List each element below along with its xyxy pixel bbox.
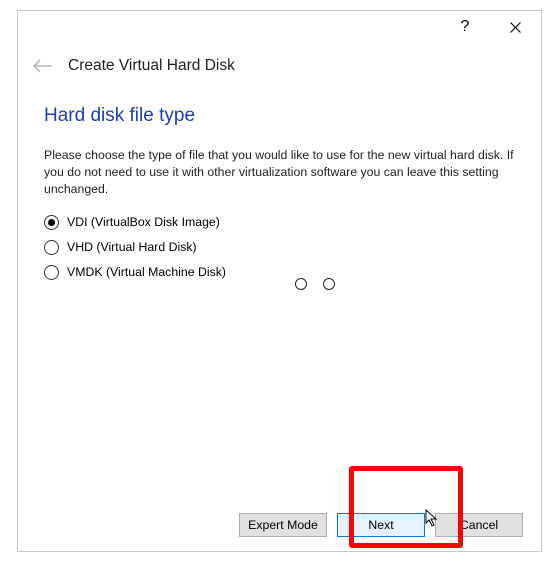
radio-label: VDI (VirtualBox Disk Image): [67, 215, 220, 229]
wizard-dialog: ? Create Virtual Hard Disk Hard disk fil…: [17, 10, 542, 552]
back-arrow-icon: [33, 59, 53, 73]
radio-vmdk[interactable]: VMDK (Virtual Machine Disk): [44, 265, 515, 280]
back-button[interactable]: [32, 55, 54, 77]
file-type-radio-group: VDI (VirtualBox Disk Image) VHD (Virtual…: [44, 215, 515, 280]
radio-vdi[interactable]: VDI (VirtualBox Disk Image): [44, 215, 515, 230]
next-button[interactable]: Next: [337, 513, 425, 537]
wizard-content: Hard disk file type Please choose the ty…: [18, 81, 541, 280]
radio-vhd[interactable]: VHD (Virtual Hard Disk): [44, 240, 515, 255]
close-button[interactable]: [499, 13, 531, 41]
section-title: Hard disk file type: [44, 105, 515, 127]
help-button[interactable]: ?: [449, 13, 481, 41]
radio-icon: [44, 265, 59, 280]
expert-mode-button[interactable]: Expert Mode: [239, 513, 327, 537]
titlebar: ?: [18, 11, 541, 43]
wizard-title: Create Virtual Hard Disk: [68, 57, 235, 75]
wizard-header: Create Virtual Hard Disk: [18, 43, 541, 81]
radio-icon: [44, 240, 59, 255]
radio-label: VMDK (Virtual Machine Disk): [67, 265, 226, 279]
cancel-button[interactable]: Cancel: [435, 513, 523, 537]
unknown-small-circles: [295, 278, 335, 290]
wizard-buttons: Expert Mode Next Cancel: [239, 513, 523, 537]
radio-label: VHD (Virtual Hard Disk): [67, 240, 197, 254]
close-icon: [510, 22, 521, 33]
section-description: Please choose the type of file that you …: [44, 147, 515, 199]
radio-icon: [44, 215, 59, 230]
